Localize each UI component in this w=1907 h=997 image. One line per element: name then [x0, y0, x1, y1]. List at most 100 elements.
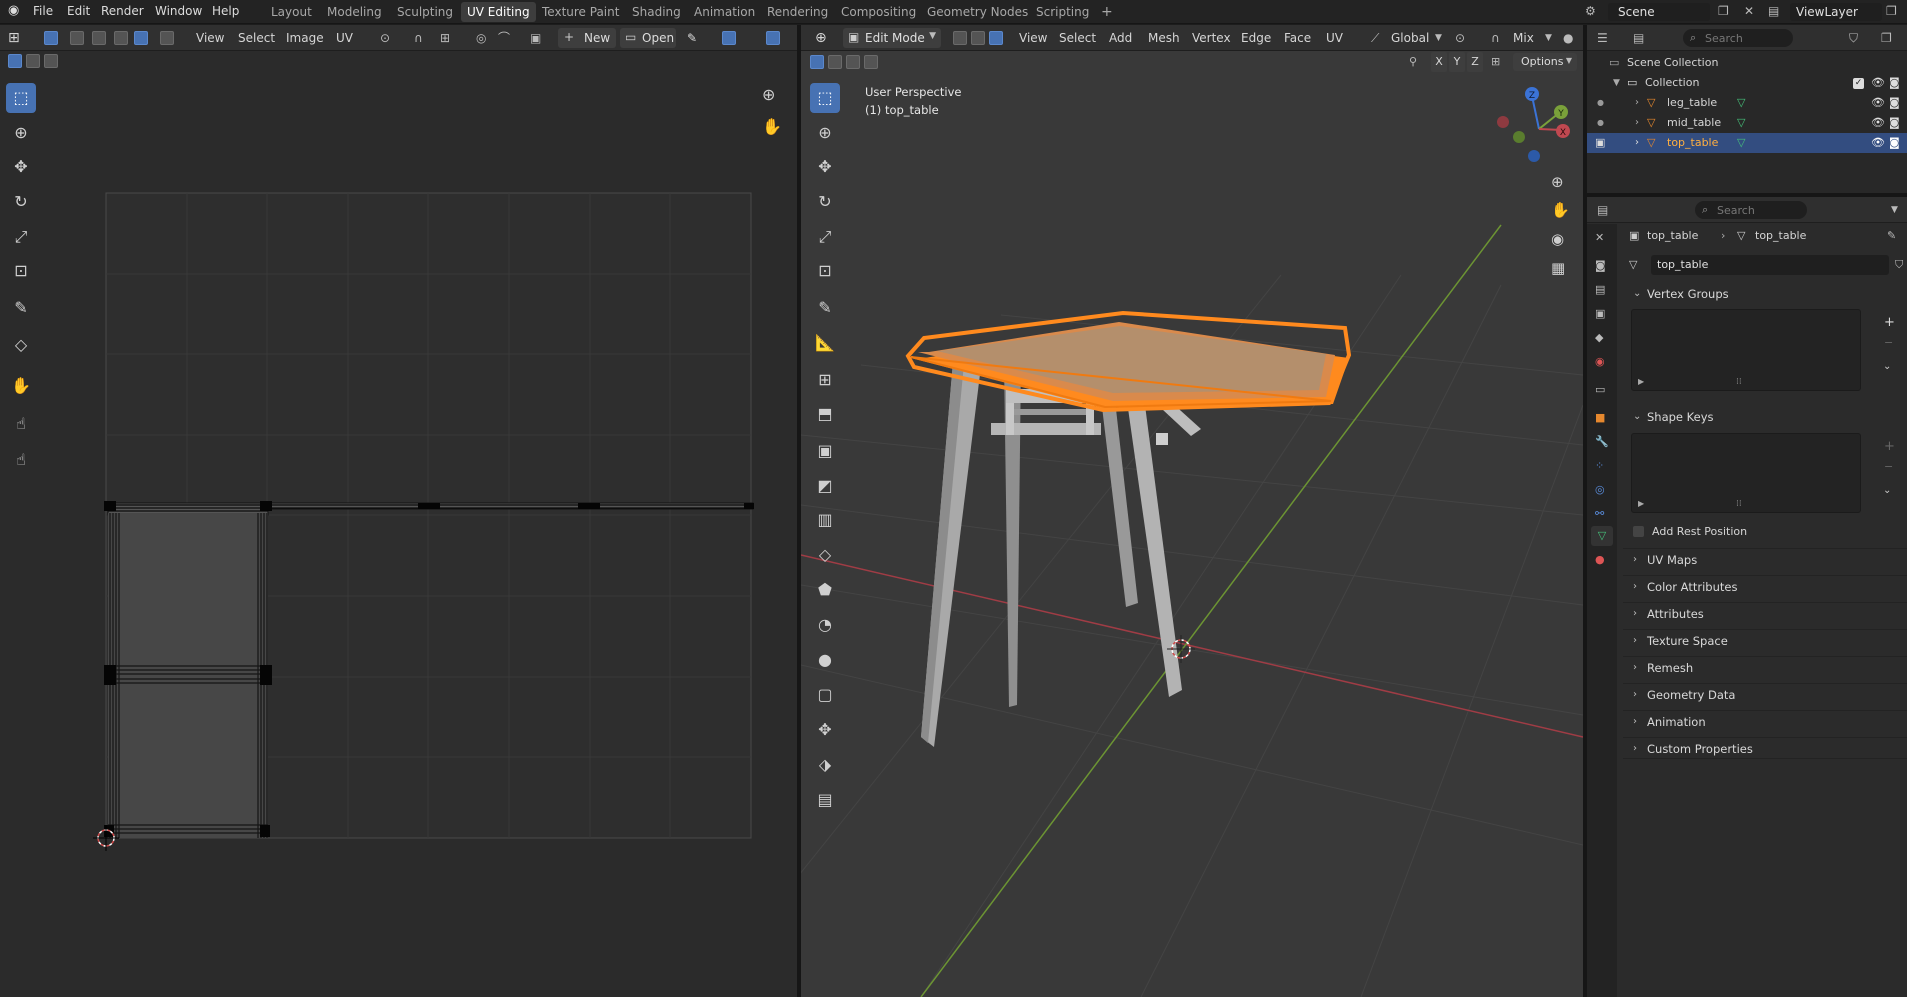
- editor-type-icon[interactable]: ☰: [1597, 25, 1608, 51]
- rip-region-tool[interactable]: ▤: [810, 785, 840, 815]
- shape-key-specials-icon[interactable]: ⌄: [1883, 481, 1891, 501]
- collection-checkbox[interactable]: ✓: [1853, 78, 1864, 89]
- output-icon[interactable]: ▤: [1595, 280, 1605, 300]
- table-model[interactable]: [905, 310, 1352, 747]
- render-icon[interactable]: ◙: [1595, 256, 1606, 276]
- move-tool[interactable]: ✥: [810, 152, 840, 182]
- add-rest-position-checkbox[interactable]: [1633, 526, 1644, 537]
- scene-icon[interactable]: ◆: [1595, 328, 1603, 348]
- edge-slide-tool[interactable]: ▢: [810, 680, 840, 710]
- chevron-down-icon[interactable]: ▼: [1891, 197, 1898, 223]
- menu-window[interactable]: Window: [155, 0, 202, 24]
- scene-icon[interactable]: ⚙: [1585, 0, 1596, 24]
- render-camera-icon[interactable]: ◙: [1889, 133, 1900, 153]
- uv-canvas[interactable]: [0, 25, 797, 997]
- tab-modeling[interactable]: Modeling: [321, 2, 388, 22]
- pan-hand-icon[interactable]: ✋: [1551, 201, 1570, 219]
- expand-triangle-icon[interactable]: ▶: [1638, 499, 1644, 508]
- world-icon[interactable]: ◉: [1595, 352, 1605, 372]
- tab-scripting[interactable]: Scripting: [1030, 2, 1095, 22]
- menu-edit[interactable]: Edit: [67, 0, 90, 24]
- loop-cut-tool[interactable]: ▥: [810, 505, 840, 535]
- editor-type-icon[interactable]: ▤: [1597, 197, 1608, 223]
- outliner-search[interactable]: ⌕ Search: [1683, 29, 1793, 47]
- panel-vertex-groups[interactable]: ⌄ Vertex Groups: [1623, 283, 1907, 305]
- viewlayer-icon[interactable]: ▤: [1768, 0, 1779, 24]
- display-mode-icon[interactable]: ▤: [1633, 25, 1644, 51]
- tab-compositing[interactable]: Compositing: [835, 2, 922, 22]
- render-camera-icon[interactable]: ◙: [1889, 93, 1900, 113]
- render-camera-icon[interactable]: ◙: [1889, 73, 1900, 93]
- tab-animation[interactable]: Animation: [688, 2, 761, 22]
- outliner-row-object-selected[interactable]: ▣ › ▽ top_table ▽ 👁 ◙: [1587, 133, 1907, 153]
- inset-faces-tool[interactable]: ▣: [810, 436, 840, 466]
- properties-search[interactable]: ⌕ Search: [1695, 201, 1807, 219]
- visibility-eye-icon[interactable]: 👁: [1871, 73, 1885, 93]
- visibility-eye-icon[interactable]: 👁: [1871, 113, 1885, 133]
- collection-icon[interactable]: ▭: [1595, 380, 1605, 400]
- view-layer-icon[interactable]: ▣: [1595, 304, 1605, 324]
- scene-selector[interactable]: Scene: [1608, 3, 1710, 21]
- expand-triangle-icon[interactable]: ▶: [1638, 377, 1644, 386]
- breadcrumb-object[interactable]: top_table: [1647, 226, 1698, 246]
- measure-tool[interactable]: 📐: [810, 328, 840, 358]
- area-divider[interactable]: [797, 25, 801, 997]
- panel-attributes[interactable]: › Attributes: [1623, 602, 1907, 624]
- resize-grip-icon[interactable]: ⁞⁞: [1736, 377, 1742, 387]
- chevron-right-icon[interactable]: ›: [1635, 133, 1639, 153]
- shape-keys-list[interactable]: ▶ ⁞⁞: [1631, 433, 1861, 513]
- pin-icon[interactable]: ✎: [1887, 226, 1896, 246]
- outliner-row-collection[interactable]: ▼ ▭ Collection ✓ 👁 ◙: [1587, 73, 1907, 93]
- breadcrumb-mesh[interactable]: top_table: [1755, 226, 1806, 246]
- select-box-tool[interactable]: ⬚: [810, 83, 840, 113]
- tab-layout[interactable]: Layout: [265, 2, 318, 22]
- mesh-data-icon[interactable]: ▽: [1629, 255, 1637, 275]
- panel-custom-properties[interactable]: › Custom Properties: [1623, 737, 1907, 759]
- new-collection-icon[interactable]: ❐: [1881, 25, 1892, 51]
- filter-icon[interactable]: ⛉: [1849, 25, 1858, 51]
- particles-icon[interactable]: ⁘: [1595, 456, 1604, 476]
- viewlayer-selector[interactable]: ViewLayer: [1790, 3, 1882, 21]
- knife-tool[interactable]: ◇: [810, 540, 840, 570]
- tool-icon[interactable]: ✕: [1595, 228, 1604, 248]
- extrude-region-tool[interactable]: ⬒: [810, 399, 840, 429]
- area-divider[interactable]: [1583, 25, 1587, 997]
- remove-vertex-group-button[interactable]: −: [1884, 333, 1893, 353]
- add-cube-tool[interactable]: ⊞: [810, 365, 840, 395]
- panel-uv-maps[interactable]: › UV Maps: [1623, 548, 1907, 570]
- modifier-icon[interactable]: 🔧: [1595, 432, 1609, 452]
- navigation-gizmo[interactable]: Z Y X: [1497, 87, 1570, 162]
- panel-shape-keys[interactable]: ⌄ Shape Keys: [1623, 406, 1907, 428]
- add-workspace-button[interactable]: +: [1095, 2, 1119, 22]
- delete-scene-icon[interactable]: ✕: [1744, 0, 1754, 24]
- panel-texture-space[interactable]: › Texture Space: [1623, 629, 1907, 651]
- perspective-toggle-icon[interactable]: ▦: [1551, 259, 1565, 277]
- duplicate-scene-icon[interactable]: ❐: [1718, 0, 1729, 24]
- mesh-data-icon[interactable]: ▽: [1591, 526, 1613, 546]
- tab-rendering[interactable]: Rendering: [761, 2, 834, 22]
- constraints-icon[interactable]: ⚯: [1595, 504, 1604, 524]
- chevron-down-icon[interactable]: ▼: [1613, 73, 1620, 93]
- resize-grip-icon[interactable]: ⁞⁞: [1736, 499, 1742, 509]
- spin-tool[interactable]: ◔: [810, 610, 840, 640]
- tab-geometry-nodes[interactable]: Geometry Nodes: [921, 2, 1034, 22]
- menu-file[interactable]: File: [33, 0, 53, 24]
- zoom-icon[interactable]: ⊕: [1551, 173, 1564, 191]
- new-viewlayer-icon[interactable]: ❐: [1886, 0, 1897, 24]
- mesh-name-field[interactable]: top_table: [1651, 255, 1889, 275]
- panel-color-attributes[interactable]: › Color Attributes: [1623, 575, 1907, 597]
- transform-tool[interactable]: ⊡: [810, 256, 840, 286]
- poly-build-tool[interactable]: ⬟: [810, 575, 840, 605]
- fake-user-shield-icon[interactable]: ⛉: [1895, 255, 1903, 275]
- material-icon[interactable]: ●: [1595, 550, 1605, 570]
- chevron-right-icon[interactable]: ›: [1635, 93, 1639, 113]
- viewport-scene[interactable]: Z Y X: [801, 25, 1583, 997]
- menu-help[interactable]: Help: [212, 0, 239, 24]
- outliner-row-object[interactable]: ● › ▽ mid_table ▽ 👁 ◙: [1587, 113, 1907, 133]
- bevel-tool[interactable]: ◩: [810, 471, 840, 501]
- tab-sculpting[interactable]: Sculpting: [391, 2, 459, 22]
- visibility-eye-icon[interactable]: 👁: [1871, 93, 1885, 113]
- camera-view-icon[interactable]: ◉: [1551, 230, 1564, 248]
- add-vertex-group-button[interactable]: +: [1884, 313, 1895, 333]
- cursor-tool[interactable]: ⊕: [810, 118, 840, 148]
